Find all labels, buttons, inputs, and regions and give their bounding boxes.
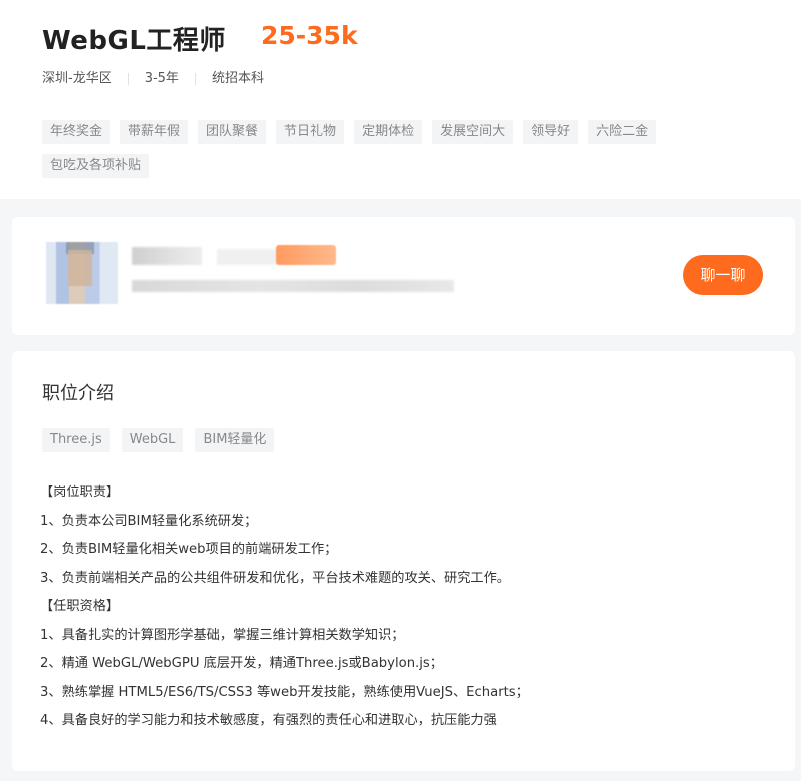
job-header: WebGL工程师 25-35k 深圳-龙华区 3-5年 统招本科 年终奖金 带薪…	[0, 0, 801, 199]
description-line: 2、精通 WebGL/WebGPU 底层开发，精通Three.js或Babylo…	[40, 656, 443, 671]
recruiter-title-blurred	[217, 249, 277, 265]
divider	[194, 73, 196, 85]
description-line: 2、负责BIM轻量化相关web项目的前端研发工作；	[40, 542, 338, 557]
benefit-tag: 定期体检	[354, 120, 423, 144]
education: 统招本科	[211, 71, 264, 86]
chat-button[interactable]: 聊一聊	[683, 255, 763, 295]
benefit-tag: 领导好	[523, 120, 579, 144]
job-description-card: 职位介绍 Three.js WebGL BIM轻量化 【岗位职责】 1、负责本公…	[12, 351, 795, 771]
divider	[127, 73, 129, 85]
recruiter-badge-blurred	[276, 245, 336, 265]
description-line: 1、负责本公司BIM轻量化系统研发；	[40, 513, 258, 529]
skill-tags: Three.js WebGL BIM轻量化	[42, 428, 286, 462]
recruiter-company-blurred	[132, 280, 454, 292]
benefit-tag: 带薪年假	[120, 120, 189, 144]
job-meta: 深圳-龙华区 3-5年 统招本科	[42, 70, 264, 88]
benefit-tag: 发展空间大	[432, 120, 514, 144]
skill-tag: BIM轻量化	[195, 428, 275, 452]
recruiter-name-blurred	[132, 247, 202, 265]
benefit-tag: 节日礼物	[276, 120, 345, 144]
salary: 25-35k	[261, 21, 358, 50]
benefit-tag: 包吃及各项补贴	[42, 154, 150, 178]
avatar[interactable]	[46, 242, 118, 304]
skill-tag: WebGL	[121, 428, 184, 452]
section-title: 职位介绍	[42, 383, 114, 404]
benefit-tag: 团队聚餐	[198, 120, 267, 144]
job-description-text: 【岗位职责】 1、负责本公司BIM轻量化系统研发； 2、负责BIM轻量化相关we…	[40, 483, 780, 740]
benefit-tag: 六险二金	[588, 120, 657, 144]
job-title: WebGL工程师	[42, 26, 226, 56]
description-line: 1、具备扎实的计算图形学基础，掌握三维计算相关数学知识；	[40, 627, 405, 643]
description-line: 4、具备良好的学习能力和技术敏感度，有强烈的责任心和进取心，抗压能力强	[40, 713, 497, 728]
description-line: 3、负责前端相关产品的公共组件研发和优化，平台技术难题的攻关、研究工作。	[40, 570, 510, 586]
skill-tag: Three.js	[42, 428, 110, 452]
description-line: 【任职资格】	[40, 599, 120, 614]
description-line: 3、熟练掌握 HTML5/ES6/TS/CSS3 等web开发技能，熟练使用Vu…	[40, 684, 529, 700]
recruiter-card: 聊一聊	[12, 217, 795, 335]
benefit-tag: 年终奖金	[42, 120, 111, 144]
benefit-tags: 年终奖金 带薪年假 团队聚餐 节日礼物 定期体检 发展空间大 领导好 六险二金 …	[42, 120, 762, 188]
description-line: 【岗位职责】	[40, 485, 120, 500]
location: 深圳-龙华区	[42, 71, 112, 86]
avatar-face	[68, 250, 92, 286]
experience: 3-5年	[144, 71, 179, 86]
